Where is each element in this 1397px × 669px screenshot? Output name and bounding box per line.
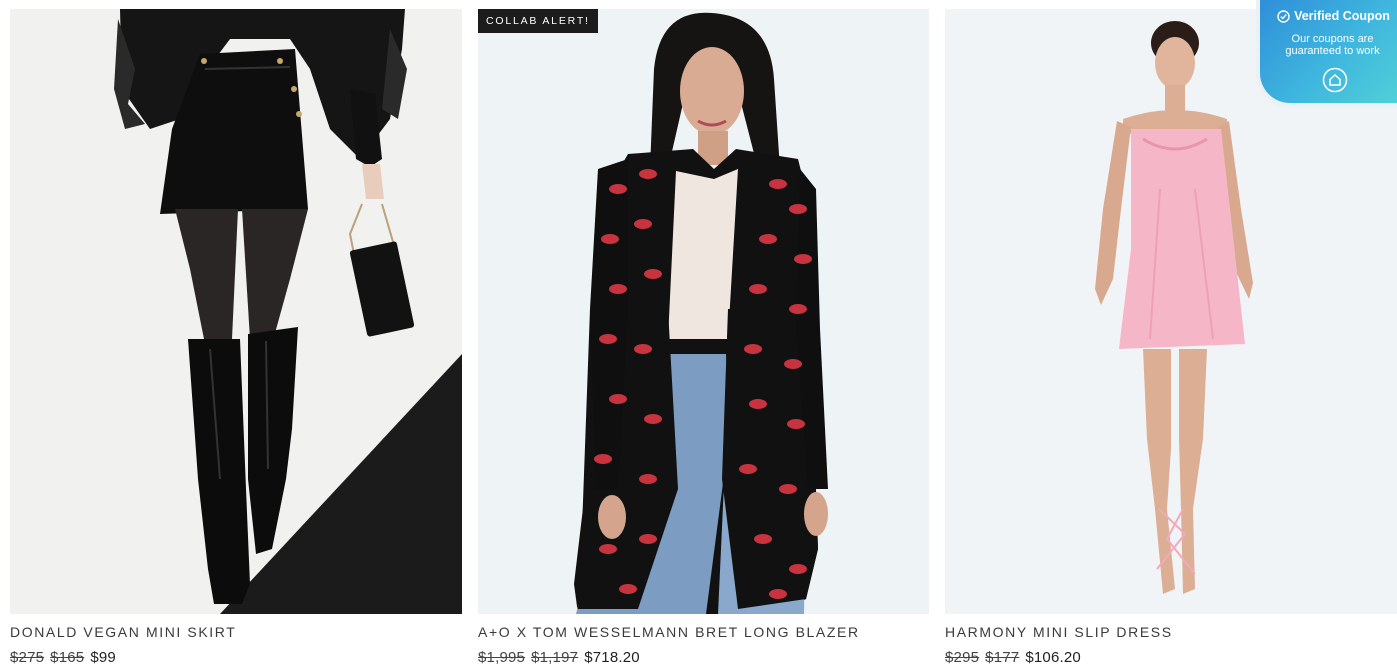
collab-badge: COLLAB ALERT! bbox=[478, 9, 598, 33]
original-price: $295 bbox=[945, 649, 980, 666]
original-price: $275 bbox=[10, 649, 45, 666]
check-circle-icon bbox=[1277, 9, 1290, 23]
product-image[interactable] bbox=[10, 9, 462, 614]
price-group: $295 $177 $106.20 bbox=[945, 649, 1081, 666]
previous-price: $1,197 bbox=[531, 649, 579, 666]
sale-price: $99 bbox=[90, 649, 116, 666]
sale-price: $718.20 bbox=[584, 649, 640, 666]
coupon-subtitle-line2: guaranteed to work bbox=[1285, 45, 1380, 57]
product-photo-blazer bbox=[478, 9, 929, 614]
product-grid: DONALD VEGAN MINI SKIRT $275 $165 $99 CO… bbox=[0, 0, 1397, 669]
coupon-subtitle-line1: Our coupons are bbox=[1291, 33, 1374, 45]
coupon-panel[interactable]: Verified Coupon Our coupons are guarante… bbox=[1260, 0, 1397, 103]
product-photo-skirt bbox=[10, 9, 462, 614]
product-name[interactable]: DONALD VEGAN MINI SKIRT bbox=[10, 624, 236, 640]
coupon-subtitle: Our coupons are guaranteed to work bbox=[1272, 33, 1393, 57]
price-group: $275 $165 $99 bbox=[10, 649, 116, 666]
price-group: $1,995 $1,197 $718.20 bbox=[478, 649, 640, 666]
product-image[interactable]: COLLAB ALERT! bbox=[478, 9, 929, 614]
coupon-title-text: Verified Coupon bbox=[1294, 9, 1390, 23]
product-name[interactable]: A+O X TOM WESSELMANN BRET LONG BLAZER bbox=[478, 624, 860, 640]
verified-coupon-widget[interactable]: Verified Coupon Our coupons are guarante… bbox=[1256, 0, 1397, 108]
sale-price: $106.20 bbox=[1025, 649, 1081, 666]
original-price: $1,995 bbox=[478, 649, 526, 666]
product-name[interactable]: HARMONY MINI SLIP DRESS bbox=[945, 624, 1173, 640]
coupon-logo-icon[interactable] bbox=[1322, 67, 1348, 93]
previous-price: $177 bbox=[985, 649, 1020, 666]
coupon-title: Verified Coupon bbox=[1270, 9, 1397, 23]
previous-price: $165 bbox=[50, 649, 85, 666]
